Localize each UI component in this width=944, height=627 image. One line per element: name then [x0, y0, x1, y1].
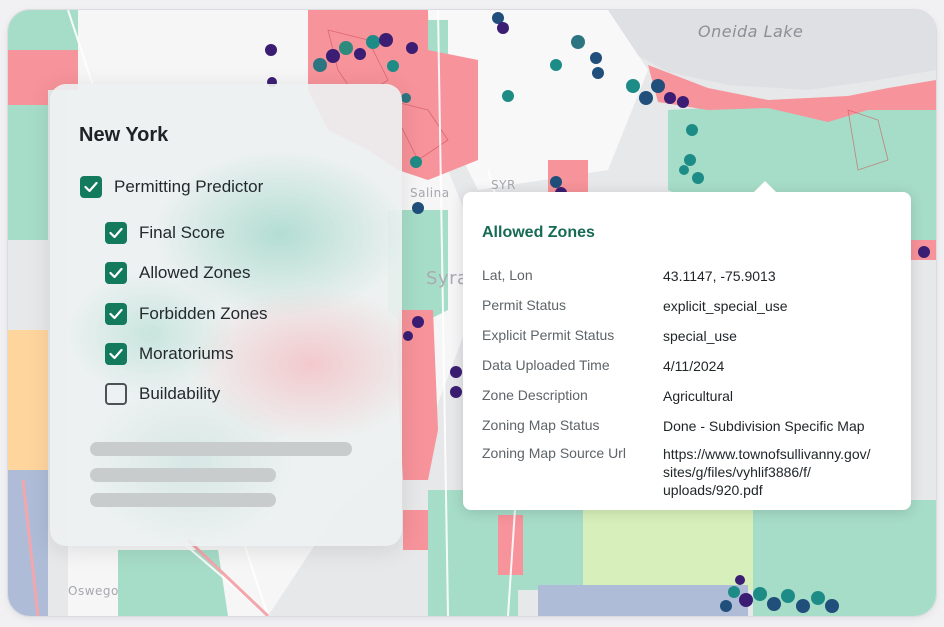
info-value: special_use: [663, 328, 737, 344]
info-label: Data Uploaded Time: [482, 357, 610, 373]
map-label-salina: Salina: [410, 186, 450, 200]
map-frame: Oneida Lake Salina SYR Syra Oswego New Y…: [8, 10, 936, 616]
checkbox-checked-icon[interactable]: [105, 343, 127, 365]
info-label: Lat, Lon: [482, 267, 533, 283]
info-label: Explicit Permit Status: [482, 327, 615, 343]
layer-label: Buildability: [139, 384, 221, 403]
panel-title: New York: [79, 124, 169, 146]
info-value: Done - Subdivision Specific Map: [663, 418, 865, 434]
checkbox-unchecked-icon[interactable]: [105, 383, 127, 405]
info-value: 43.1147, -75.9013: [663, 268, 776, 284]
info-label: Zoning Map Status: [482, 417, 600, 433]
map-label-oswego: Oswego: [68, 584, 119, 598]
info-value: Agricultural: [663, 388, 734, 404]
loading-placeholder-bar: [90, 468, 276, 482]
layer-toggle-moratoriums[interactable]: Moratoriums: [105, 341, 233, 367]
layer-toggle-final-score[interactable]: Final Score: [105, 220, 225, 246]
info-label: Zoning Map Source Url: [482, 445, 626, 461]
checkbox-checked-icon[interactable]: [105, 222, 127, 244]
loading-placeholder-bar: [90, 493, 276, 507]
info-label: Permit Status: [482, 297, 567, 313]
layers-panel: New York Permitting Predictor Final Scor…: [50, 84, 402, 546]
info-label: Zone Description: [482, 387, 588, 403]
zone-info-popup: Allowed Zones Lat, Lon 43.1147, -75.9013…: [463, 181, 911, 510]
layer-toggle-forbidden-zones[interactable]: Forbidden Zones: [105, 301, 268, 327]
layer-label: Permitting Predictor: [114, 177, 264, 196]
popup-title: Allowed Zones: [482, 224, 595, 241]
layer-toggle-permitting-predictor[interactable]: Permitting Predictor: [80, 174, 263, 200]
checkbox-checked-icon[interactable]: [80, 176, 102, 198]
popup-pointer: [753, 181, 777, 193]
checkbox-checked-icon[interactable]: [105, 262, 127, 284]
layer-label: Final Score: [139, 223, 225, 242]
layer-label: Forbidden Zones: [139, 304, 268, 323]
loading-placeholder-bar: [90, 442, 352, 456]
info-value: explicit_special_use: [663, 298, 788, 314]
info-value: 4/11/2024: [663, 358, 725, 374]
map-label-oneida-lake: Oneida Lake: [698, 22, 804, 41]
zoning-map-source-link[interactable]: https://www.townofsullivanny.gov/ sites/…: [663, 445, 903, 499]
layer-toggle-buildability[interactable]: Buildability: [105, 381, 220, 407]
layer-label: Allowed Zones: [139, 263, 251, 282]
map-label-syr: SYR: [491, 178, 516, 192]
checkbox-checked-icon[interactable]: [105, 303, 127, 325]
layer-label: Moratoriums: [139, 344, 234, 363]
layer-toggle-allowed-zones[interactable]: Allowed Zones: [105, 260, 251, 286]
